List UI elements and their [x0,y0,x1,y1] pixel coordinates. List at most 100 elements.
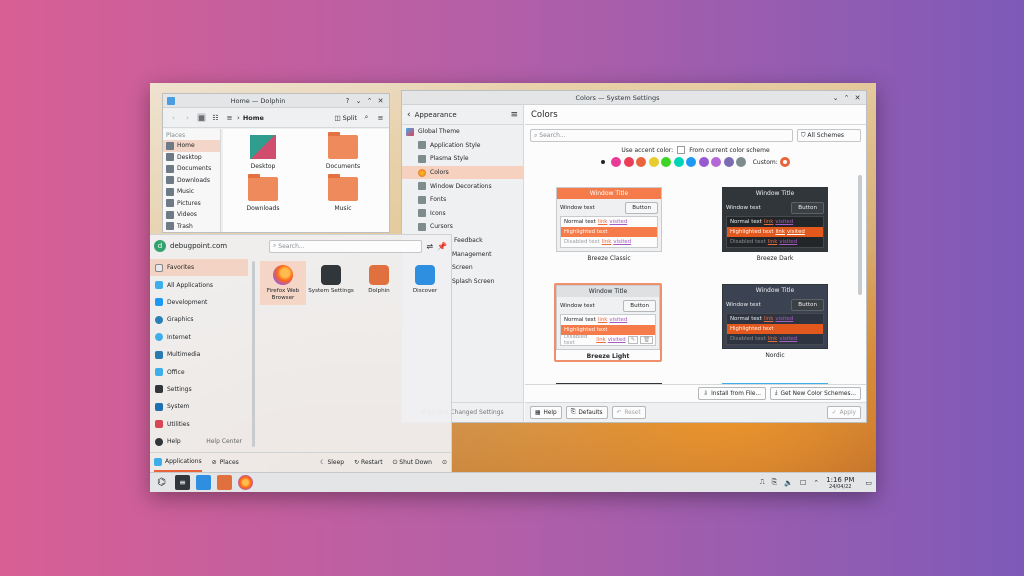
back-icon[interactable]: ‹ [407,110,411,120]
accent-swatch[interactable] [611,157,622,167]
reset-button[interactable]: ↶ Reset [611,406,646,419]
clock[interactable]: 1:16 PM 24/04/22 [826,476,854,490]
nav-cursors[interactable]: Cursors [402,220,523,234]
firefox-task-icon[interactable] [238,475,253,490]
clipboard-icon[interactable]: ⎘ [772,478,778,487]
launcher-icon[interactable]: ⌬ [154,475,169,490]
accent-swatch[interactable] [723,157,734,167]
category-internet[interactable]: Internet [150,329,248,346]
defaults-button[interactable]: ⎘ Defaults [565,406,608,419]
minimize-icon[interactable]: ⌄ [831,93,840,102]
accent-swatch[interactable] [711,157,722,167]
accent-swatch[interactable] [673,157,684,167]
places-tab[interactable]: ⊘ Places [212,459,239,466]
place-music[interactable]: Music [163,186,220,198]
category-all-applications[interactable]: All Applications [150,276,248,293]
place-trash[interactable]: Trash [163,221,220,233]
discover-task-icon[interactable] [196,475,211,490]
network-icon[interactable]: ⎍ [760,478,765,487]
help-button[interactable]: ▦ Help [530,406,562,419]
place-documents[interactable]: Documents [163,163,220,175]
folder-item[interactable]: Music [313,174,373,212]
nav-icons[interactable]: Icons [402,207,523,221]
close-icon[interactable]: ✕ [853,93,862,102]
accent-swatch[interactable] [686,157,697,167]
icons-view-icon[interactable]: ▦ [197,113,206,122]
minimize-icon[interactable]: ⌄ [354,96,363,105]
breadcrumb[interactable]: Home [243,114,264,122]
apply-button[interactable]: ✓ Apply [826,406,861,419]
scheme-filter-select[interactable]: ⛉ All Schemes [797,129,861,142]
category-office[interactable]: Office [150,363,248,380]
search-input[interactable]: ⌕ Search... [530,129,793,142]
compact-view-icon[interactable]: ☷ [211,113,220,122]
custom-color-swatch[interactable] [780,157,791,167]
category-settings[interactable]: Settings [150,381,248,398]
category-graphics[interactable]: Graphics [150,311,248,328]
nav-plasma-style[interactable]: Plasma Style [402,152,523,166]
accent-swatch[interactable] [736,157,747,167]
place-videos[interactable]: Videos [163,209,220,221]
nav-fonts[interactable]: Fonts [402,193,523,207]
system-settings-task-icon[interactable]: ≡ [175,475,190,490]
get-new-schemes-button[interactable]: ⤓ Get New Color Schemes... [769,387,861,400]
dolphin-task-icon[interactable] [217,475,232,490]
scheme-card-nordic[interactable]: Window Title Window text Button Normal te… [722,284,828,359]
sleep-button[interactable]: ☾ Sleep [320,459,344,466]
split-button[interactable]: ◫ Split [334,114,357,122]
accent-swatch[interactable] [636,157,647,167]
category-favorites[interactable]: Favorites [150,259,248,277]
accent-swatch[interactable] [648,157,659,167]
nav-global-theme[interactable]: Global Theme [402,125,523,139]
search-icon[interactable]: ⌕ [362,113,371,122]
accent-swatch[interactable] [698,157,709,167]
place-home[interactable]: Home [163,140,220,152]
scheme-card-breeze-dark[interactable]: Window Title Window text Button Normal te… [722,187,828,262]
maximize-icon[interactable]: ⌃ [365,96,374,105]
tray-expand-icon[interactable]: ⌃ [813,479,819,487]
app-discover[interactable]: Discover [402,261,448,295]
nav-window-decorations[interactable]: Window Decorations [402,179,523,193]
app-firefox[interactable]: Firefox Web Browser [260,261,306,305]
folder-item[interactable]: Downloads [233,174,293,212]
hamburger-menu-icon[interactable]: ≡ [510,110,518,120]
close-icon[interactable]: ✕ [376,96,385,105]
leave-icon[interactable]: ⊙ [442,459,447,466]
back-icon[interactable]: ‹ [169,113,178,122]
forward-icon[interactable]: › [183,113,192,122]
folder-item[interactable]: Desktop [233,135,293,170]
accent-checkbox[interactable] [677,146,686,154]
volume-icon[interactable]: 🔈 [784,479,793,487]
configure-icon[interactable]: ⇌ [426,242,433,251]
app-system-settings[interactable]: System Settings [308,261,354,295]
scheme-card-breeze-classic[interactable]: Window Title Window text Button Normal te… [556,187,662,262]
nav-colors[interactable]: Colors [402,165,523,180]
show-desktop-icon[interactable]: ▭ [865,479,872,487]
nav-application-style[interactable]: Application Style [402,139,523,153]
scrollbar[interactable] [858,175,862,295]
restart-button[interactable]: ↻ Restart [354,459,383,466]
notifications-icon[interactable]: ☐ [800,479,806,487]
place-pictures[interactable]: Pictures [163,198,220,210]
category-utilities[interactable]: Utilities [150,416,248,433]
accent-swatch[interactable] [661,157,672,167]
place-desktop[interactable]: Desktop [163,152,220,164]
avatar[interactable]: d [154,240,166,252]
pin-icon[interactable]: 📌 [437,242,447,251]
help-icon[interactable]: ? [343,96,352,105]
menu-icon[interactable]: ≡ [376,113,385,122]
maximize-icon[interactable]: ⌃ [842,93,851,102]
applications-tab[interactable]: Applications [154,453,202,472]
scheme-card-breeze-light[interactable]: Window Title Window text Button Normal te… [554,283,662,362]
accent-swatch[interactable] [623,157,634,167]
details-view-icon[interactable]: ≡ [225,113,234,122]
radio-dot[interactable] [600,160,605,164]
place-downloads[interactable]: Downloads [163,175,220,187]
edit-scheme-icon[interactable]: ✎ [627,336,639,344]
launcher-search-input[interactable]: ⌕ Search... [269,239,423,253]
category-development[interactable]: Development [150,294,248,311]
install-from-file-button[interactable]: ⇩ Install from File... [698,387,766,400]
app-dolphin[interactable]: Dolphin [356,261,402,295]
category-system[interactable]: System [150,398,248,415]
category-multimedia[interactable]: Multimedia [150,346,248,363]
